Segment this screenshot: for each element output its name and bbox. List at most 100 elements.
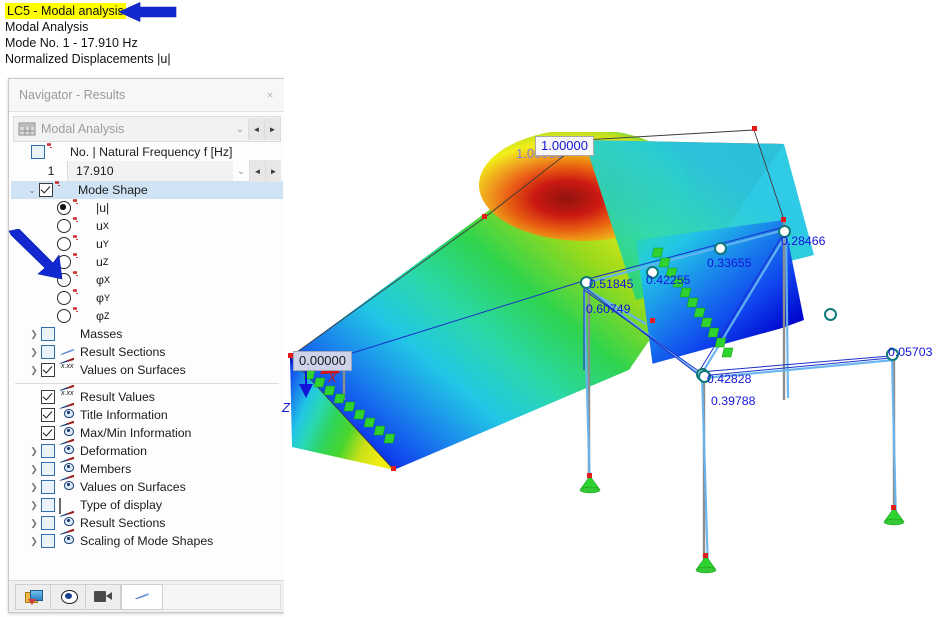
tree-item-checkbox[interactable]: [41, 327, 55, 341]
component-radio[interactable]: [57, 201, 71, 215]
tree-item-members[interactable]: ❯ Members: [13, 456, 281, 478]
tree-item-label: Result Sections: [80, 516, 166, 530]
natural-frequency-label: No. | Natural Frequency f [Hz]: [70, 145, 233, 159]
frame-icon: [72, 199, 92, 215]
navigator-title: Navigator - Results: [19, 88, 126, 102]
result-section-button[interactable]: [121, 583, 163, 610]
tree-item-checkbox[interactable]: [41, 480, 55, 494]
mode-shape-checkbox[interactable]: [39, 183, 53, 197]
frame-icon: [72, 289, 92, 305]
result-node-marker: [714, 242, 727, 255]
tree-item-checkbox[interactable]: [41, 363, 55, 377]
tree-item-checkbox[interactable]: [41, 516, 55, 530]
camera-button[interactable]: [85, 583, 121, 610]
xx-values-icon: x.xx: [59, 384, 76, 404]
tree-item-max-min-information[interactable]: ❯ Max/Min Information: [13, 420, 281, 442]
axis-label-x: X: [328, 370, 337, 385]
tree-item-checkbox[interactable]: [41, 498, 55, 512]
tree-item-masses[interactable]: ❯ Masses: [13, 325, 281, 343]
tree-item-checkbox[interactable]: [41, 408, 55, 422]
natural-frequency-checkbox[interactable]: [31, 145, 45, 159]
node-value-label: 0.05703: [888, 345, 933, 359]
tree-item-type-of-display[interactable]: ❯ Type of display: [13, 496, 281, 514]
analysis-type-value: Modal Analysis: [41, 122, 125, 136]
chevron-down-icon[interactable]: ⌄: [232, 124, 248, 135]
mode-component-option-5[interactable]: φY: [13, 289, 281, 307]
component-radio[interactable]: [57, 291, 71, 305]
chevron-right-icon[interactable]: ❯: [27, 446, 41, 457]
axis-label-z: Z: [282, 400, 290, 415]
tree-item-values-on-surfaces[interactable]: ❯ Values on Surfaces: [13, 474, 281, 496]
chevron-right-icon[interactable]: ❯: [27, 518, 41, 529]
tree-item-label: Max/Min Information: [80, 426, 192, 440]
component-subscript: X: [103, 275, 110, 285]
tree-item-label: Type of display: [80, 498, 163, 512]
table-grid-icon: [18, 122, 36, 136]
render-image-button[interactable]: [15, 583, 50, 610]
tree-item-checkbox[interactable]: [41, 534, 55, 548]
tree-item-checkbox[interactable]: [41, 426, 55, 440]
frequency-prev-button[interactable]: ◄: [249, 160, 265, 182]
chevron-right-icon[interactable]: ❯: [27, 347, 41, 358]
tree-item-result-sections[interactable]: ❯ Result Sections: [13, 510, 281, 532]
result-section-icon: [134, 590, 151, 603]
frame-icon: [72, 271, 92, 287]
frequency-chevron-down-icon[interactable]: ⌄: [233, 166, 249, 177]
chevron-right-icon[interactable]: ❯: [27, 329, 41, 340]
tree-item-deformation[interactable]: ❯ Deformation: [13, 438, 281, 460]
mode-frequency-line: Mode No. 1 - 17.910 Hz: [5, 36, 138, 50]
node-value-label: 0.60749: [586, 302, 631, 316]
tree-item-scaling-of-mode-shapes[interactable]: ❯ Scaling of Mode Shapes: [13, 528, 281, 550]
tree-item-checkbox[interactable]: [41, 444, 55, 458]
mode-component-option-6[interactable]: φZ: [13, 307, 281, 325]
chevron-right-icon[interactable]: ❯: [27, 464, 41, 475]
frequency-next-button[interactable]: ►: [265, 160, 281, 182]
frequency-selector-row[interactable]: 1 17.910 ⌄ ◄ ►: [35, 160, 281, 182]
frame-icon: [72, 307, 92, 323]
node-value-label: 0.28466: [781, 234, 826, 248]
component-label: u: [96, 255, 103, 269]
tree-item-checkbox[interactable]: [41, 390, 55, 404]
tree-item-result-sections[interactable]: ❯ Result Sections: [13, 343, 281, 361]
tree-item-values-on-surfaces[interactable]: ❯ x.xx Values on Surfaces: [13, 357, 281, 379]
display-eye-icon: [59, 474, 76, 494]
tree-item-checkbox[interactable]: [41, 462, 55, 476]
component-label: φ: [96, 273, 104, 287]
xx-values-icon: x.xx: [59, 357, 76, 377]
chevron-right-icon[interactable]: ❯: [27, 500, 41, 511]
frame-icon: [72, 217, 92, 233]
chevron-right-icon[interactable]: ❯: [27, 365, 41, 376]
frame-icon: [46, 143, 66, 159]
mode-component-option-0[interactable]: |u|: [13, 199, 281, 217]
tree-item-result-values[interactable]: ❯ x.xx Result Values: [13, 384, 281, 406]
tree-item-checkbox[interactable]: [41, 345, 55, 359]
tree-item-natural-frequency[interactable]: No. | Natural Frequency f [Hz]: [13, 143, 281, 161]
chevron-right-icon[interactable]: ❯: [27, 482, 41, 493]
tree-item-label: Scaling of Mode Shapes: [80, 534, 214, 548]
tree-item-mode-shape[interactable]: ⌄ Mode Shape: [11, 181, 283, 199]
tree-item-label: Values on Surfaces: [80, 480, 186, 494]
mode-shape-label: Mode Shape: [78, 183, 148, 197]
chevron-right-icon[interactable]: ❯: [27, 536, 41, 547]
tree-divider: [15, 383, 279, 384]
node-value-label: 0.39788: [711, 394, 756, 408]
tree-item-label: Masses: [80, 327, 123, 341]
component-subscript: Z: [102, 257, 109, 267]
node-value-label: 0.42828: [707, 372, 752, 386]
model-viewport-3d[interactable]: 1.00000 1.00000 0.00000 0.284660.336550.…: [282, 70, 936, 617]
mode-shape-expander-icon[interactable]: ⌄: [25, 185, 39, 196]
result-section-icon: [59, 346, 76, 359]
combo-prev-button[interactable]: ◄: [248, 118, 264, 140]
close-icon[interactable]: ×: [261, 88, 279, 102]
display-eye-icon: [59, 528, 76, 548]
blank-icon: [59, 328, 76, 341]
visibility-eye-button[interactable]: [50, 583, 85, 610]
combo-next-button[interactable]: ►: [264, 118, 280, 140]
component-radio[interactable]: [57, 309, 71, 323]
tree-item-title-information[interactable]: ❯ Title Information: [13, 402, 281, 424]
node-value-label: 0.33655: [707, 256, 752, 270]
support-cone-icon: [579, 473, 905, 574]
tree-item-label: Values on Surfaces: [80, 363, 186, 377]
frequency-value-field[interactable]: 17.910: [67, 161, 233, 181]
analysis-type-combobox[interactable]: Modal Analysis ⌄ ◄ ►: [13, 116, 281, 142]
